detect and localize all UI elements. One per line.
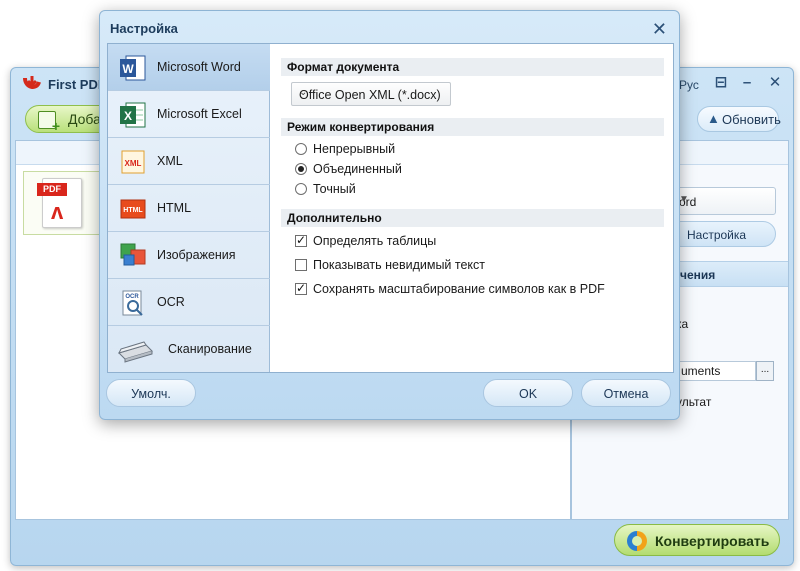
radio-button[interactable] — [295, 163, 307, 175]
menu-item-label: Сканирование — [168, 342, 252, 356]
settings-button[interactable]: Настройка — [668, 221, 776, 247]
dialog-title: Настройка — [110, 21, 178, 36]
settings-content: Формат документа Office Open XML (*.docx… — [271, 44, 673, 372]
menu-item-label: Изображения — [157, 248, 236, 262]
open-result-label: ультат — [676, 395, 712, 409]
extra-section-title: Дополнительно — [281, 209, 664, 227]
pdf-tag: PDF — [37, 183, 67, 196]
ok-button[interactable]: OK — [483, 379, 573, 407]
svg-text:OCR: OCR — [125, 294, 139, 300]
radio-button[interactable] — [295, 143, 307, 155]
add-file-icon — [38, 111, 60, 134]
option-label: Сохранять масштабирование символов как в… — [313, 282, 605, 296]
svg-text:W: W — [122, 62, 134, 76]
format-menu: W Microsoft Word X Microsoft Excel XML X… — [108, 44, 270, 372]
acrobat-icon: ᴧ — [51, 199, 64, 224]
cancel-label: Отмена — [603, 387, 649, 401]
images-icon — [120, 243, 146, 266]
ocr-icon: OCR — [122, 290, 143, 316]
xml-icon: XML — [121, 150, 145, 174]
menu-item-label: Microsoft Excel — [157, 107, 242, 121]
minimize-icon[interactable]: – — [739, 75, 755, 91]
svg-text:XML: XML — [125, 159, 142, 168]
chevron-down-icon: ▼ — [679, 194, 689, 205]
mode-option-label: Непрерывный — [313, 142, 396, 156]
scanner-icon — [118, 341, 153, 363]
defaults-label: Умолч. — [131, 387, 171, 401]
output-path-field[interactable]: uments — [676, 361, 756, 381]
checkbox[interactable] — [295, 259, 307, 271]
document-format-select[interactable]: Office Open XML (*.docx) ⌄ — [291, 82, 451, 106]
app-logo-icon — [23, 76, 41, 89]
menu-item-label: XML — [157, 154, 183, 168]
checkbox[interactable] — [295, 233, 307, 247]
ok-label: OK — [518, 387, 538, 401]
menu-item-images[interactable]: Изображения — [108, 232, 270, 279]
cancel-button[interactable]: Отмена — [581, 379, 671, 407]
settings-dialog: Настройка ✕ W Microsoft Word X Microsoft — [99, 10, 680, 420]
mode-option-label: Объединенный — [313, 162, 402, 176]
menu-item-label: HTML — [157, 201, 192, 215]
refresh-button[interactable]: ▲ Обновить — [697, 106, 781, 132]
option-label: Определять таблицы — [313, 234, 437, 248]
upload-arrow-icon: ▲ — [707, 111, 720, 126]
convert-icon — [627, 531, 647, 551]
add-files-label: Доба — [68, 111, 101, 127]
browse-button[interactable]: ... — [756, 361, 774, 381]
settings-label: Настройка — [687, 228, 747, 242]
menu-item-xml[interactable]: XML XML — [108, 138, 270, 185]
menu-item-word[interactable]: W Microsoft Word — [108, 44, 270, 91]
menu-item-label: OCR — [157, 295, 185, 309]
refresh-label: Обновить — [722, 112, 781, 127]
mode-option-label: Точный — [313, 182, 356, 196]
html-icon: HTML — [120, 199, 146, 219]
menu-item-excel[interactable]: X Microsoft Excel — [108, 91, 270, 138]
registration-icon[interactable]: ⊟ — [713, 75, 729, 91]
close-icon[interactable]: ✕ — [767, 75, 783, 91]
convert-button[interactable]: Конвертировать — [614, 524, 780, 556]
menu-item-scanning[interactable]: Сканирование — [108, 326, 270, 373]
language-selector[interactable]: Рус — [679, 78, 699, 92]
format-section-title: Формат документа — [281, 58, 664, 76]
convert-label: Конвертировать — [655, 533, 770, 549]
svg-text:HTML: HTML — [123, 207, 143, 214]
dialog-close-icon[interactable]: ✕ — [652, 19, 667, 40]
svg-text:X: X — [124, 109, 132, 123]
menu-item-html[interactable]: HTML HTML — [108, 185, 270, 232]
menu-item-ocr[interactable]: OCR OCR — [108, 279, 270, 326]
dialog-body: W Microsoft Word X Microsoft Excel XML X… — [107, 43, 674, 373]
option-label: Показывать невидимый текст — [313, 258, 486, 272]
checkbox[interactable] — [295, 281, 307, 295]
defaults-button[interactable]: Умолч. — [106, 379, 196, 407]
menu-item-label: Microsoft Word — [157, 60, 241, 74]
output-format-select[interactable]: ord ▼ — [668, 187, 776, 215]
excel-icon: X — [120, 102, 146, 128]
chevron-down-icon: ⌄ — [299, 87, 308, 98]
app-title: First PDF — [48, 77, 106, 92]
radio-button[interactable] — [295, 183, 307, 195]
save-section-title: чения — [680, 268, 716, 282]
pdf-file-icon: PDF ᴧ — [37, 178, 82, 228]
mode-section-title: Режим конвертирования — [281, 118, 664, 136]
word-icon: W — [120, 55, 146, 81]
